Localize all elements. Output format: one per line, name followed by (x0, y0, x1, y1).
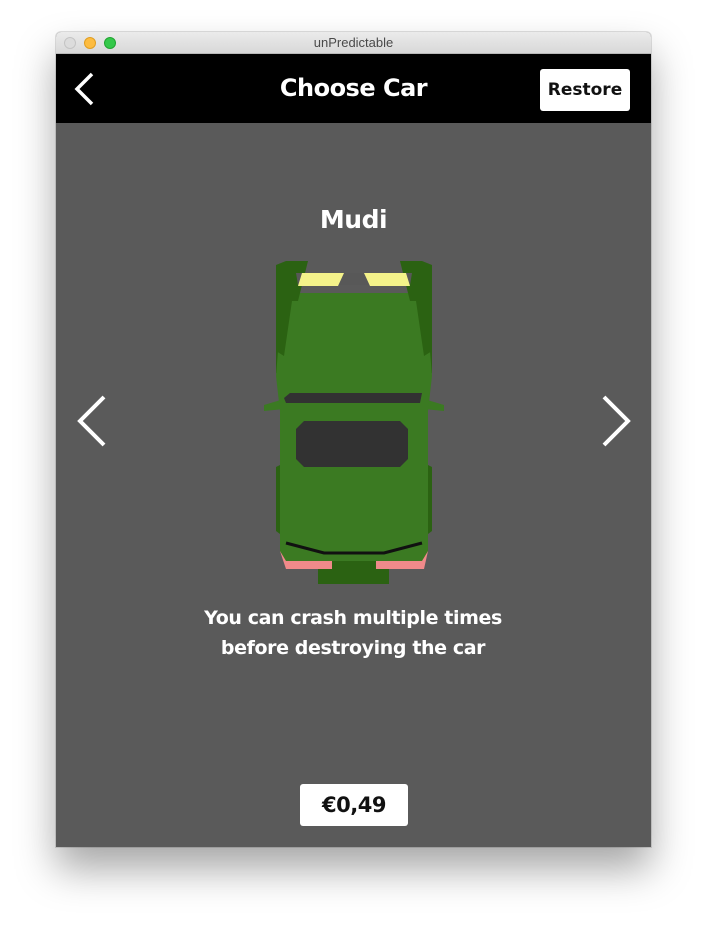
car-description: You can crash multiple times before dest… (153, 603, 553, 663)
window-titlebar: unPredictable (56, 32, 651, 54)
window-title: unPredictable (313, 35, 394, 50)
restore-button[interactable]: Restore (540, 69, 630, 111)
app-window: unPredictable Choose Car Restore Mudi Yo… (56, 32, 651, 847)
car-name: Mudi (319, 205, 388, 234)
chevron-right-icon (602, 395, 631, 447)
buy-price-button[interactable]: €0,49 (300, 784, 408, 826)
description-line-2: before destroying the car (220, 637, 486, 659)
chevron-left-icon (77, 395, 106, 447)
previous-car-button[interactable] (74, 393, 110, 449)
navbar: Choose Car Restore (56, 54, 651, 123)
car-selector: Mudi You can crash multiple times before… (56, 123, 651, 847)
next-car-button[interactable] (598, 393, 634, 449)
car-image (264, 261, 444, 584)
description-line-1: You can crash multiple times (204, 607, 502, 629)
